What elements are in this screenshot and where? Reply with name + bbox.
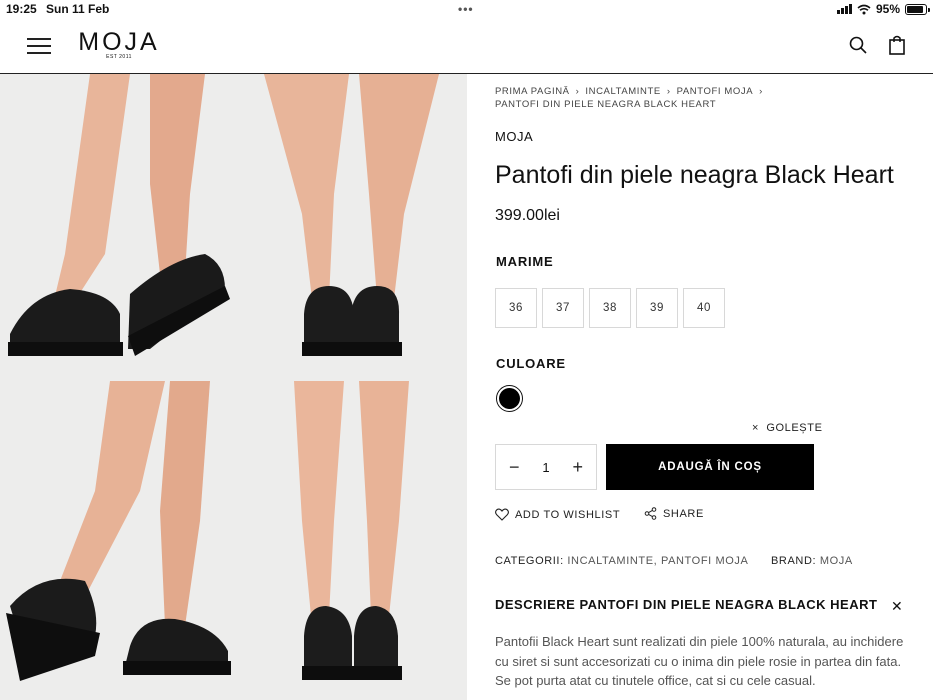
color-swatch-black[interactable] — [496, 385, 523, 412]
logo-text: MOJA — [78, 28, 160, 56]
breadcrumb-pantofi-moja[interactable]: PANTOFI MOJA — [677, 86, 754, 97]
product-photo-side-2[interactable] — [0, 381, 234, 700]
categories-links[interactable]: INCALTAMINTE, PANTOFI MOJA — [567, 555, 748, 567]
product-photo-side[interactable] — [0, 74, 234, 381]
description-heading[interactable]: DESCRIERE PANTOFI DIN PIELE NEAGRA BLACK… — [495, 597, 905, 612]
battery-icon — [905, 3, 930, 15]
product-brand[interactable]: MOJA — [495, 129, 533, 144]
product-title: Pantofi din piele neagra Black Heart — [495, 161, 894, 189]
moja-logo[interactable]: MOJA EST 2011 — [78, 28, 160, 60]
breadcrumb-incaltaminte[interactable]: INCALTAMINTE — [585, 86, 660, 97]
chevron-right-icon: › — [575, 86, 580, 97]
size-option-36[interactable]: 36 — [495, 288, 537, 328]
size-option-40[interactable]: 40 — [683, 288, 725, 328]
product-price: 399.00lei — [495, 207, 560, 224]
breadcrumb-home[interactable]: PRIMA PAGINĂ — [495, 86, 570, 97]
breadcrumb: PRIMA PAGINĂ › INCALTAMINTE › PANTOFI MOJA › P… — [495, 85, 825, 111]
share-icon — [644, 507, 657, 520]
minus-icon[interactable]: − — [509, 458, 520, 476]
chevron-right-icon: › — [759, 86, 763, 97]
size-options: 36 37 38 39 40 — [495, 288, 725, 328]
hamburger-icon[interactable] — [27, 36, 51, 54]
status-date: Sun 11 Feb — [46, 2, 110, 16]
description-text: Pantofii Black Heart sunt realizati din … — [495, 634, 904, 688]
share-label: SHARE — [663, 507, 704, 520]
close-icon: × — [752, 422, 760, 434]
add-to-cart-button[interactable]: ADAUGĂ ÎN COȘ — [606, 444, 814, 490]
categories-label: CATEGORII: — [495, 555, 564, 567]
heart-icon — [495, 508, 509, 521]
product-photo-front[interactable] — [234, 74, 467, 381]
battery-percentage: 95% — [875, 2, 900, 16]
cellular-signal-icon — [836, 4, 852, 14]
brand-link[interactable]: MOJA — [820, 555, 853, 567]
search-icon[interactable] — [848, 35, 868, 55]
size-label: MARIME — [496, 254, 554, 269]
multitasking-dots-icon[interactable]: ••• — [458, 2, 474, 16]
status-bar: 19:25 Sun 11 Feb ••• 95% — [0, 0, 933, 18]
add-to-wishlist-button[interactable]: ADD TO WISHLIST — [495, 508, 620, 521]
breadcrumb-current: PANTOFI DIN PIELE NEAGRA BLACK HEART — [495, 99, 717, 110]
quantity-stepper: − 1 + — [495, 444, 597, 490]
quantity-value[interactable]: 1 — [542, 460, 549, 475]
clear-label: GOLEȘTE — [766, 422, 823, 434]
clear-selection-button[interactable]: × GOLEȘTE — [752, 422, 823, 434]
color-label: CULOARE — [496, 356, 566, 371]
product-brand-line: BRAND: MOJA — [771, 555, 853, 567]
wifi-icon — [857, 4, 871, 14]
size-option-39[interactable]: 39 — [636, 288, 678, 328]
close-icon[interactable]: ✕ — [891, 598, 903, 615]
plus-icon[interactable]: + — [572, 458, 583, 476]
status-time: 19:25 — [6, 2, 37, 16]
site-header: MOJA EST 2011 — [0, 18, 933, 74]
product-photo-back[interactable] — [234, 381, 467, 700]
wishlist-label: ADD TO WISHLIST — [515, 508, 621, 521]
chevron-right-icon: › — [666, 86, 671, 97]
swatch-fill — [499, 388, 520, 409]
brand-label: BRAND: — [771, 555, 817, 567]
size-option-38[interactable]: 38 — [589, 288, 631, 328]
share-button[interactable]: SHARE — [644, 507, 704, 520]
product-categories: CATEGORII: INCALTAMINTE, PANTOFI MOJA — [495, 555, 748, 567]
shopping-bag-icon[interactable] — [887, 34, 907, 56]
product-gallery — [0, 74, 467, 700]
size-option-37[interactable]: 37 — [542, 288, 584, 328]
status-indicators: 95% — [836, 2, 930, 16]
